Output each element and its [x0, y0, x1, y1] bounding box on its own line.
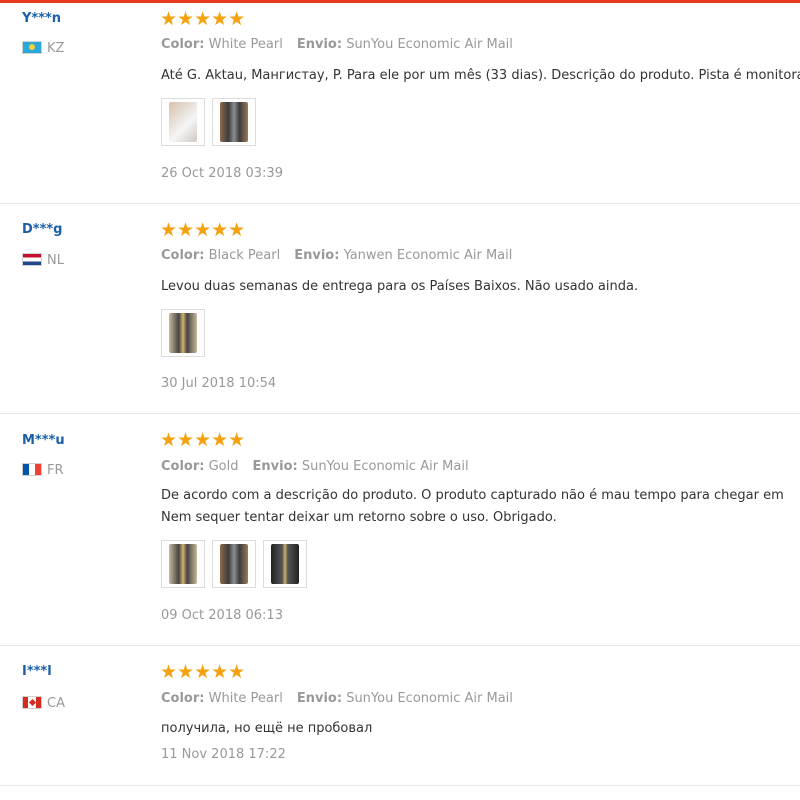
- envio-label: Envio:: [296, 37, 343, 52]
- review-text: получила, но ещё не пробовал: [161, 718, 800, 740]
- color-value: Black Pearl: [208, 248, 281, 263]
- review-text-line: Levou duas semanas de entrega para os Pa…: [161, 279, 639, 294]
- review-text: Até G. Aktau, Мангистау, P. Para ele por…: [161, 65, 800, 87]
- review-item: D***g NL ★★★★★ Color: Black Pearl Envio: …: [0, 203, 800, 414]
- review-text-line: получила, но ещё не пробовал: [161, 721, 373, 736]
- reviewer-country: KZ: [22, 41, 64, 56]
- color-label: Color:: [161, 459, 205, 474]
- photo-image: [169, 544, 197, 584]
- envio-value: Yanwen Economic Air Mail: [343, 248, 513, 263]
- order-meta: Color: White Pearl Envio: SunYou Economic…: [161, 691, 513, 706]
- review-item: M***u FR ★★★★★ Color: Gold Envio: SunYou …: [0, 413, 800, 646]
- color-value: White Pearl: [208, 37, 283, 52]
- photo-image: [220, 544, 248, 584]
- review-photo-thumbnail[interactable]: [263, 540, 307, 588]
- country-code: FR: [47, 463, 64, 478]
- color-label: Color:: [161, 248, 205, 263]
- review-photo-thumbnail[interactable]: [161, 98, 205, 146]
- star-rating: ★★★★★: [160, 219, 246, 241]
- review-text-line: Nem sequer tentar deixar um retorno sobr…: [161, 510, 557, 525]
- review-text-line: De acordo com a descrição do produto. O …: [161, 488, 784, 503]
- envio-value: SunYou Economic Air Mail: [346, 691, 513, 706]
- star-rating: ★★★★★: [160, 661, 246, 683]
- envio-value: SunYou Economic Air Mail: [301, 459, 469, 474]
- envio-label: Envio:: [252, 459, 298, 474]
- review-date: 11 Nov 2018 17:22: [161, 747, 286, 762]
- country-code: CA: [47, 696, 65, 711]
- review-item: Y***n KZ ★★★★★ Color: White Pearl Envio: …: [0, 0, 800, 204]
- order-meta: Color: Black Pearl Envio: Yanwen Economic…: [161, 248, 512, 263]
- color-label: Color:: [161, 37, 205, 52]
- country-code: KZ: [47, 41, 65, 56]
- photo-image: [169, 313, 197, 353]
- review-photo-thumbnail[interactable]: [212, 98, 256, 146]
- photo-image: [169, 102, 197, 142]
- star-rating: ★★★★★: [160, 429, 246, 451]
- review-photos: [161, 98, 256, 146]
- flag-nl-icon: [22, 253, 42, 266]
- reviewer-name[interactable]: D***g: [22, 222, 63, 237]
- review-text-line: Até G. Aktau, Мангистау, P. Para ele por…: [161, 68, 800, 83]
- review-photo-thumbnail[interactable]: [161, 540, 205, 588]
- reviewer-country: FR: [22, 463, 64, 478]
- country-code: NL: [47, 253, 64, 268]
- photo-image: [220, 102, 248, 142]
- review-photo-thumbnail[interactable]: [161, 309, 205, 357]
- reviewer-name[interactable]: Y***n: [22, 11, 61, 26]
- flag-fr-icon: [22, 463, 42, 476]
- star-rating: ★★★★★: [160, 8, 246, 30]
- review-date: 26 Oct 2018 03:39: [161, 166, 283, 181]
- review-date: 30 Jul 2018 10:54: [161, 376, 277, 391]
- envio-value: SunYou Economic Air Mail: [346, 37, 513, 52]
- flag-kz-icon: [22, 41, 42, 54]
- color-value: Gold: [208, 459, 239, 474]
- envio-label: Envio:: [294, 248, 340, 263]
- reviewer-name[interactable]: M***u: [22, 433, 65, 448]
- envio-label: Envio:: [296, 691, 343, 706]
- review-photos: [161, 540, 307, 588]
- order-meta: Color: White Pearl Envio: SunYou Economic…: [161, 37, 513, 52]
- color-value: White Pearl: [208, 691, 283, 706]
- review-text: Levou duas semanas de entrega para os Pa…: [161, 276, 800, 298]
- color-label: Color:: [161, 691, 205, 706]
- reviewer-country: CA: [22, 696, 65, 711]
- reviewer-name[interactable]: I***l: [22, 664, 52, 679]
- review-text: De acordo com a descrição do produto. O …: [161, 485, 800, 529]
- review-date: 09 Oct 2018 06:13: [161, 608, 283, 623]
- order-meta: Color: Gold Envio: SunYou Economic Air Ma…: [161, 459, 469, 474]
- review-photos: [161, 309, 205, 357]
- review-photo-thumbnail[interactable]: [212, 540, 256, 588]
- photo-image: [271, 544, 299, 584]
- review-item: I***l CA ★★★★★ Color: White Pearl Envio: …: [0, 645, 800, 786]
- reviewer-country: NL: [22, 253, 64, 268]
- flag-ca-icon: [22, 696, 42, 709]
